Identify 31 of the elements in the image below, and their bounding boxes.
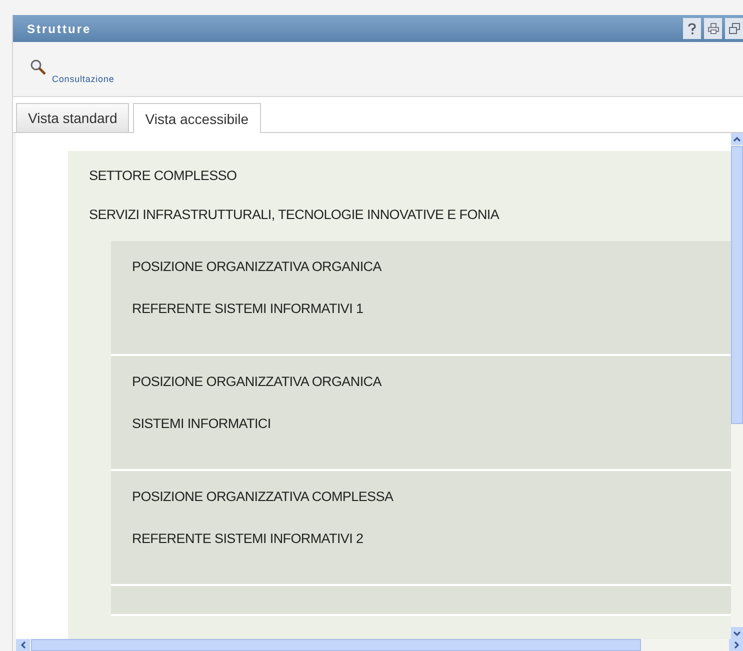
- window-title: Strutture: [27, 22, 92, 36]
- structure-name: SERVIZI INFRASTRUTTURALI, TECNOLOGIE INNOVATIVE E FONIA: [88, 206, 500, 224]
- tab[interactable]: Vista standard: [16, 103, 130, 132]
- caret-down-icon: [733, 630, 741, 636]
- substructure-type: POSIZIONE ORGANIZZATIVA ORGANICA: [131, 258, 383, 276]
- windows-icon: [728, 23, 740, 34]
- scroll-right-button[interactable]: [729, 639, 743, 651]
- substructure-name: REFERENTE SISTEMI INFORMATIVI 1: [131, 300, 364, 318]
- caret-right-icon: [734, 641, 738, 649]
- vertical-scrollbar[interactable]: [731, 133, 743, 639]
- scroll-up-button[interactable]: [731, 133, 743, 145]
- substructure-type: POSIZIONE ORGANIZZATIVA ORGANICA: [131, 373, 383, 391]
- printer-icon: [708, 23, 718, 34]
- help-icon: [688, 22, 696, 34]
- structure-type: SETTORE COMPLESSO: [88, 167, 238, 185]
- restore-button[interactable]: [725, 18, 743, 39]
- help-button[interactable]: [683, 18, 701, 39]
- caret-left-icon: [20, 641, 26, 649]
- caret-up-icon: [733, 136, 741, 142]
- consultation-link[interactable]: Consultazione: [52, 74, 114, 84]
- substructure-name: REFERENTE SISTEMI INFORMATIVI 2: [131, 530, 364, 548]
- substructure-type: POSIZIONE ORGANIZZATIVA COMPLESSA: [131, 488, 394, 506]
- substructure-name: SISTEMI INFORMATICI: [131, 415, 272, 433]
- horizontal-scrollbar[interactable]: [16, 639, 743, 651]
- scroll-thumb[interactable]: [31, 639, 641, 651]
- print-button[interactable]: [704, 18, 722, 39]
- scroll-left-button[interactable]: [16, 639, 30, 651]
- scroll-down-button[interactable]: [731, 627, 743, 639]
- tab[interactable]: Vista accessibile: [133, 103, 260, 133]
- scroll-thumb[interactable]: [731, 146, 743, 424]
- search-icon: [30, 59, 46, 75]
